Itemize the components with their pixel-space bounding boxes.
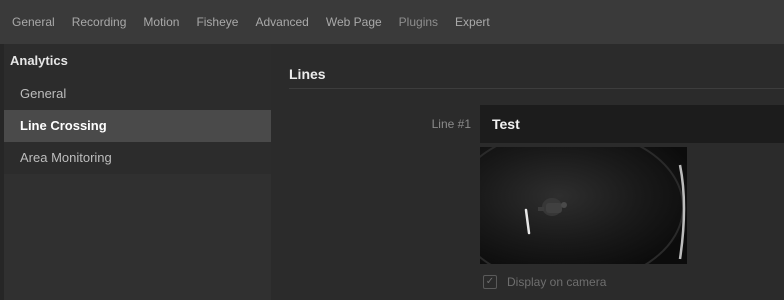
display-on-camera-row[interactable]: ✓ Display on camera	[483, 275, 606, 289]
tab-advanced[interactable]: Advanced	[255, 15, 308, 29]
sidebar-empty-area	[4, 174, 271, 300]
line-label: Line #1	[431, 117, 471, 131]
camera-preview[interactable]	[480, 147, 687, 264]
tab-fisheye[interactable]: Fisheye	[196, 15, 238, 29]
sidebar-item-general[interactable]: General	[4, 78, 271, 110]
tab-plugins[interactable]: Plugins	[399, 15, 438, 29]
tab-motion[interactable]: Motion	[143, 15, 179, 29]
display-on-camera-label: Display on camera	[507, 275, 607, 289]
main-panel: Lines Line #1 Test ✓ Display on camera	[271, 44, 784, 300]
tab-bar: General Recording Motion Fisheye Advance…	[0, 0, 784, 44]
tab-recording[interactable]: Recording	[72, 15, 127, 29]
tab-web-page[interactable]: Web Page	[326, 15, 382, 29]
tab-general[interactable]: General	[12, 15, 55, 29]
camera-preview-image	[480, 147, 687, 264]
line-name-input[interactable]	[480, 105, 784, 143]
sidebar: Analytics General Line Crossing Area Mon…	[4, 44, 271, 300]
sidebar-item-area-monitoring[interactable]: Area Monitoring	[4, 142, 271, 174]
section-title: Lines	[289, 66, 326, 82]
sidebar-list: General Line Crossing Area Monitoring	[4, 78, 271, 174]
sidebar-item-line-crossing[interactable]: Line Crossing	[4, 110, 271, 142]
section-divider	[289, 88, 784, 89]
sidebar-title: Analytics	[10, 53, 68, 68]
display-on-camera-checkbox[interactable]: ✓	[483, 275, 497, 289]
camera-settings-window: General Recording Motion Fisheye Advance…	[0, 0, 784, 300]
tab-expert[interactable]: Expert	[455, 15, 490, 29]
check-icon: ✓	[485, 276, 495, 287]
